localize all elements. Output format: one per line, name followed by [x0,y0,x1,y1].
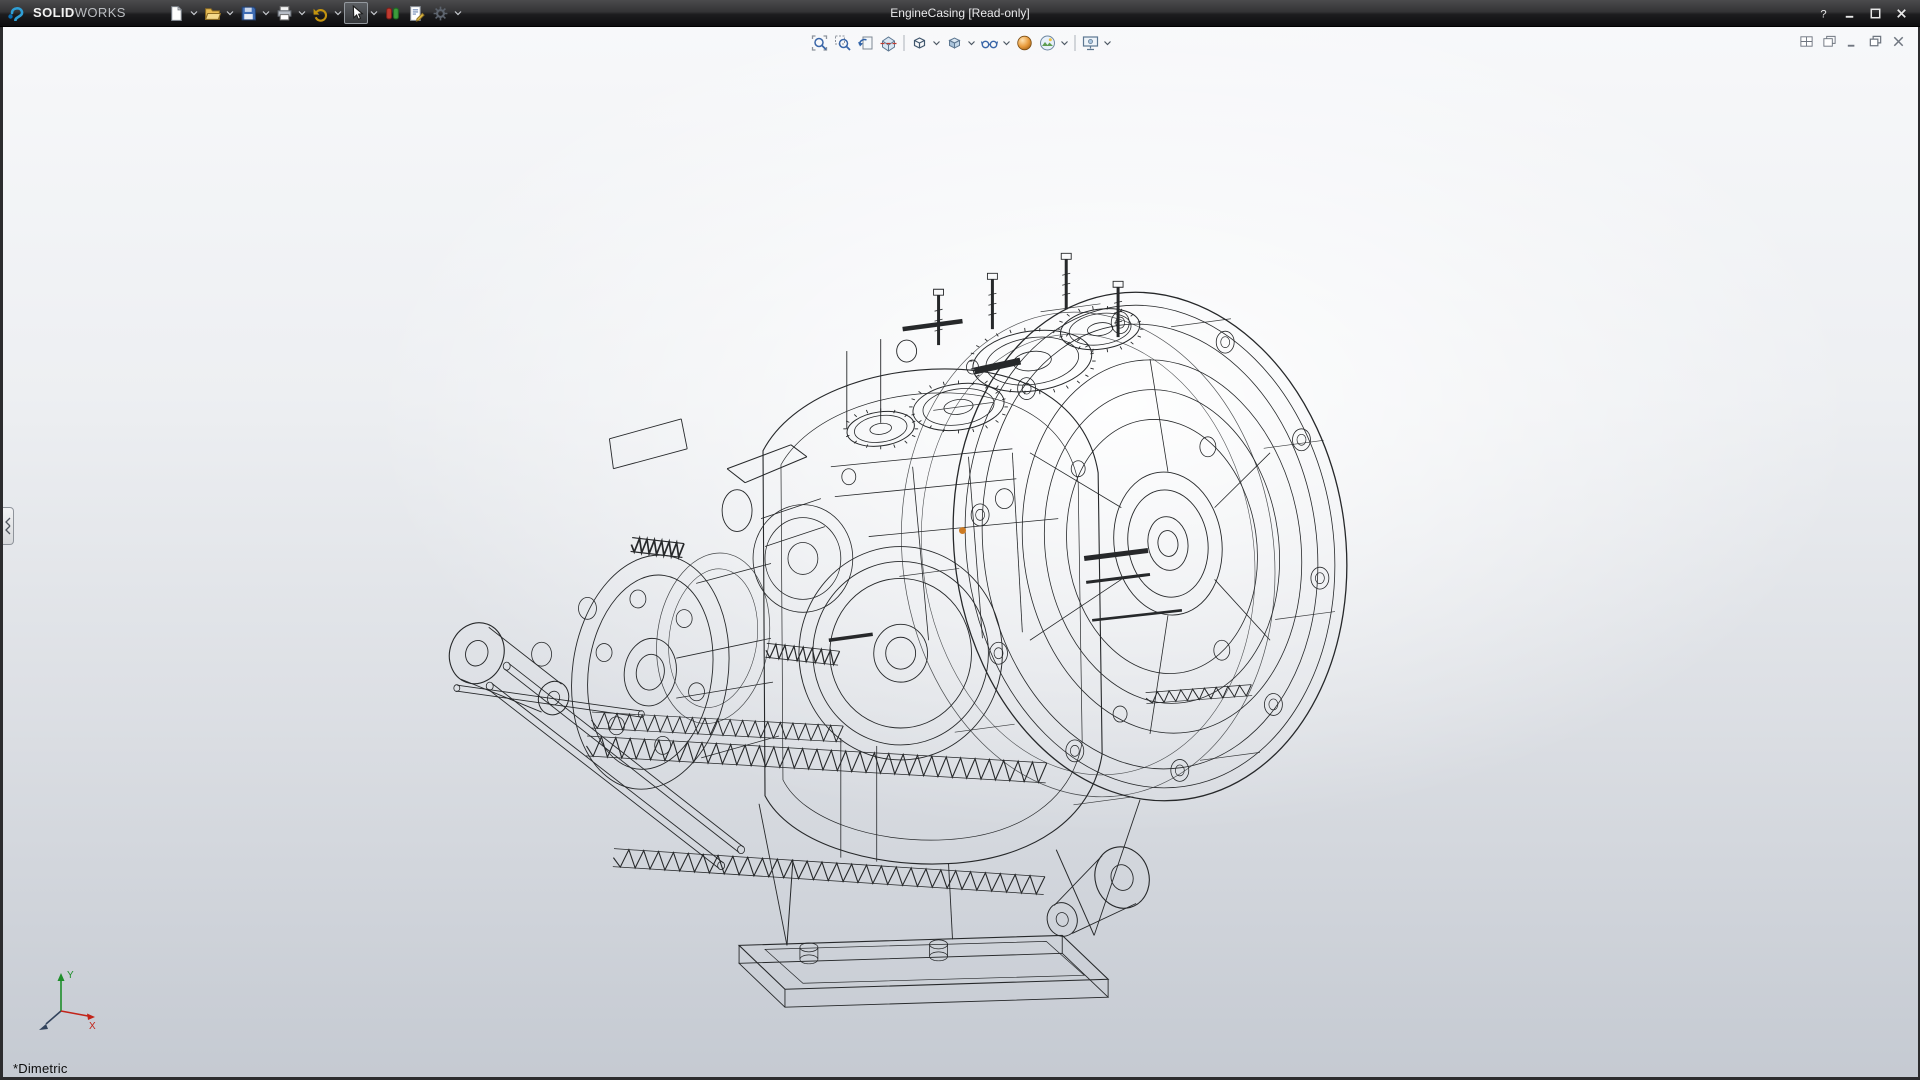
zoom-to-area-icon [833,34,851,52]
save-button[interactable] [236,2,260,24]
save-icon [240,5,257,22]
solidworks-brand: SOLIDWORKS [6,4,164,22]
minimize-icon [1842,6,1857,21]
orientation-triad[interactable]: Y X [25,965,103,1043]
new-document-dropdown-arrow[interactable] [188,2,200,24]
display-style-icon [945,34,963,52]
restore-document-button[interactable] [1865,32,1885,50]
heads-up-toolbar [808,33,1113,53]
close-document-icon [1891,34,1906,49]
options-dropdown-arrow[interactable] [452,2,464,24]
open-icon [204,5,221,22]
new-window-button[interactable] [1819,32,1839,50]
triad-x-axis: X [61,1011,96,1032]
window-controls: ? [1810,3,1914,23]
solidworks-window: SOLIDWORKS EngineCasing [Read-only] ? Y [0,0,1920,1080]
engine-casing-wireframe-model[interactable] [3,27,1918,1077]
zoom-to-area-button[interactable] [831,33,853,53]
toolbar-separator [1074,35,1075,51]
triad-z-axis [39,1011,61,1030]
display-style-dropdown-arrow[interactable] [966,33,977,53]
options-icon [432,5,449,22]
view-orientation-icon [910,34,928,52]
new-document-button[interactable] [164,2,188,24]
maximize-icon [1868,6,1883,21]
svg-text:?: ? [1820,8,1826,20]
triad-y-axis: Y [58,970,75,1011]
options-button[interactable] [428,2,452,24]
minimize-document-icon [1845,34,1860,49]
toolbar-separator [903,35,904,51]
window-title: EngineCasing [Read-only] [890,6,1029,20]
hide-show-items-button[interactable] [978,33,1000,53]
previous-view-button[interactable] [854,33,876,53]
viewport-layout-icon [1799,34,1814,49]
graphics-viewport[interactable]: Y X *Dimetric [0,27,1920,1080]
section-view-icon [879,34,897,52]
triad-x-label: X [89,1021,96,1032]
help-icon: ? [1816,6,1831,21]
apply-scene-button[interactable] [1036,33,1058,53]
rebuild-button[interactable] [380,2,404,24]
brand-solid: SOLID [33,5,75,20]
previous-view-icon [856,34,874,52]
viewport-layout-button[interactable] [1796,32,1816,50]
close-document-button[interactable] [1888,32,1908,50]
print-dropdown-arrow[interactable] [296,2,308,24]
hide-show-items-icon [980,34,998,52]
view-settings-dropdown-arrow[interactable] [1102,33,1113,53]
restore-document-icon [1868,34,1883,49]
expand-panel-arrows-icon [4,514,12,538]
undo-icon [312,5,329,22]
save-dropdown-arrow[interactable] [260,2,272,24]
apply-scene-icon [1038,34,1056,52]
display-style-button[interactable] [943,33,965,53]
brand-works: WORKS [75,5,126,20]
rebuild-icon [384,5,401,22]
file-properties-icon [408,5,425,22]
hide-show-items-dropdown-arrow[interactable] [1001,33,1012,53]
print-button[interactable] [272,2,296,24]
document-window-controls [1796,32,1908,50]
select-button[interactable] [344,2,368,24]
minimize-button[interactable] [1836,3,1862,23]
select-icon [348,5,365,22]
new-document-icon [168,5,185,22]
view-settings-button[interactable] [1079,33,1101,53]
zoom-to-fit-button[interactable] [808,33,830,53]
open-dropdown-arrow[interactable] [224,2,236,24]
edit-appearance-button[interactable] [1013,33,1035,53]
brand-text: SOLIDWORKS [33,4,126,22]
apply-scene-dropdown-arrow[interactable] [1059,33,1070,53]
undo-dropdown-arrow[interactable] [332,2,344,24]
title-bar: SOLIDWORKS EngineCasing [Read-only] ? [0,0,1920,27]
title-toolbar [164,0,464,26]
view-settings-icon [1081,34,1099,52]
print-icon [276,5,293,22]
new-window-icon [1822,34,1837,49]
open-button[interactable] [200,2,224,24]
select-dropdown-arrow[interactable] [368,2,380,24]
close-button[interactable] [1888,3,1914,23]
edit-appearance-icon [1015,34,1033,52]
close-icon [1894,6,1909,21]
section-view-button[interactable] [877,33,899,53]
view-orientation-button[interactable] [908,33,930,53]
view-orientation-label: *Dimetric [13,1061,68,1076]
help-button[interactable]: ? [1810,3,1836,23]
undo-button[interactable] [308,2,332,24]
maximize-button[interactable] [1862,3,1888,23]
file-properties-button[interactable] [404,2,428,24]
dassault-3ds-logo-icon [6,5,28,21]
zoom-to-fit-icon [810,34,828,52]
triad-y-label: Y [67,970,74,981]
feature-manager-collapsed-tab[interactable] [3,507,14,545]
view-orientation-dropdown-arrow[interactable] [931,33,942,53]
minimize-document-button[interactable] [1842,32,1862,50]
